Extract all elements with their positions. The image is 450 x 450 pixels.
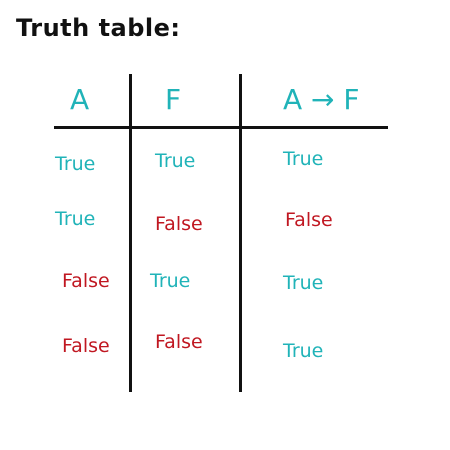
cell-row4-f: False	[155, 331, 203, 353]
cell-row3-f: True	[150, 270, 191, 292]
cell-row4-a: False	[62, 335, 110, 357]
header-underline	[54, 126, 388, 129]
header-a-implies-f: A → F	[283, 83, 360, 116]
cell-row2-f: False	[155, 213, 203, 235]
page-title: Truth table:	[16, 14, 181, 42]
cell-row2-result: False	[285, 209, 333, 231]
column-divider-1	[129, 74, 132, 392]
column-divider-2	[239, 74, 242, 392]
header-f: F	[165, 83, 182, 116]
cell-row1-f: True	[155, 150, 196, 172]
cell-row1-a: True	[55, 153, 96, 175]
cell-row3-a: False	[62, 270, 110, 292]
cell-row1-result: True	[283, 148, 324, 170]
cell-row3-result: True	[283, 272, 324, 294]
cell-row2-a: True	[55, 208, 96, 230]
header-a: A	[70, 83, 90, 116]
cell-row4-result: True	[283, 340, 324, 362]
